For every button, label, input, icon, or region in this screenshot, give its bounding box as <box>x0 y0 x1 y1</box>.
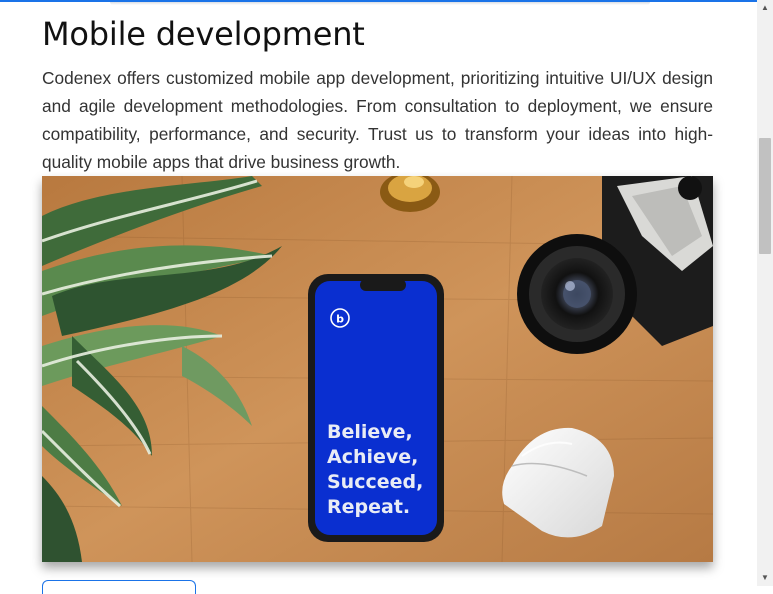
section-title: Mobile development <box>42 15 365 53</box>
vertical-scrollbar[interactable]: ▲ ▼ <box>757 0 773 586</box>
hero-illustration: b Believe, Achieve, Succeed, Repeat. <box>42 176 713 562</box>
phone-logo-letter: b <box>336 313 344 326</box>
section-description: Codenex offers customized mobile app dev… <box>42 68 713 172</box>
phone-text-line-4: Repeat. <box>327 496 410 518</box>
scroll-down-arrow-icon[interactable]: ▼ <box>757 572 773 586</box>
phone-text-line-3: Succeed, <box>327 471 423 493</box>
header-shadow <box>110 2 650 5</box>
hero-image: b Believe, Achieve, Succeed, Repeat. <box>42 176 713 562</box>
phone-text-line-2: Achieve, <box>327 446 418 468</box>
next-section-button[interactable] <box>42 580 196 594</box>
smartphone: b Believe, Achieve, Succeed, Repeat. <box>308 274 444 542</box>
phone-notch <box>360 279 406 291</box>
scrollbar-thumb[interactable] <box>759 138 771 254</box>
scroll-up-arrow-icon[interactable]: ▲ <box>757 0 773 14</box>
phone-text-line-1: Believe, <box>327 421 413 443</box>
